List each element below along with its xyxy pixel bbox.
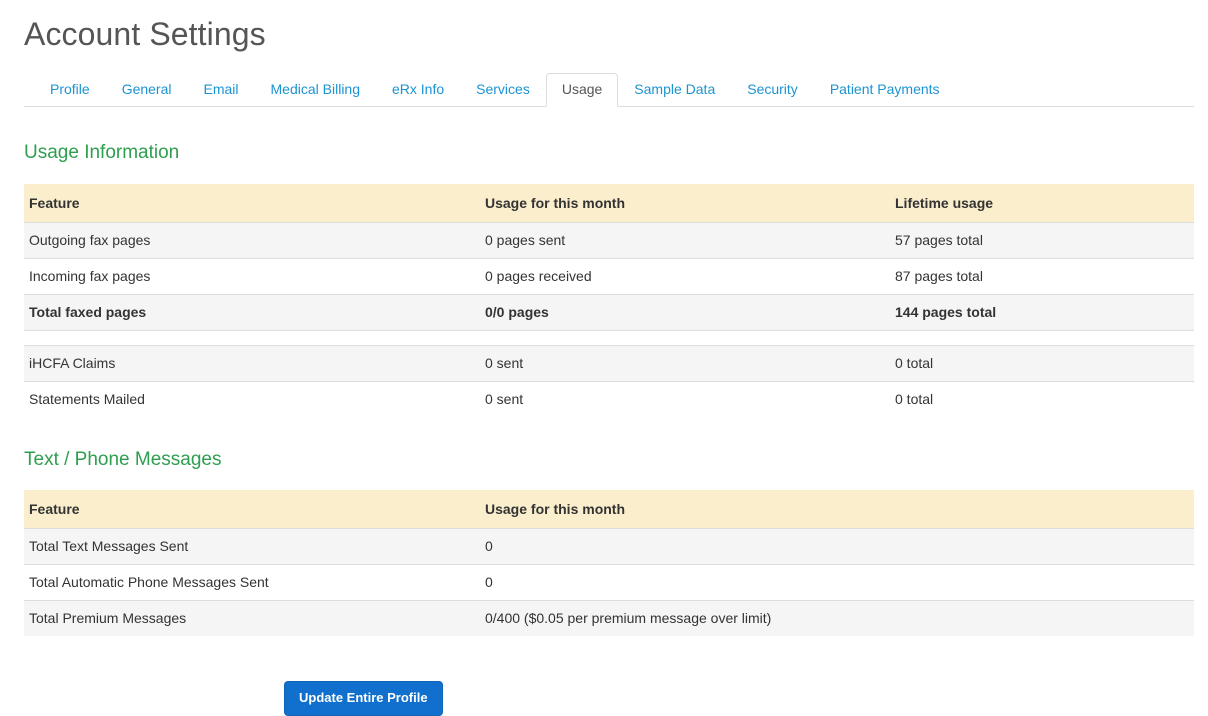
cell-feature: Statements Mailed [24,381,480,417]
column-header-month: Usage for this month [480,490,1194,529]
tab-patient-payments[interactable]: Patient Payments [814,73,956,107]
spacer-cell [890,330,1194,346]
update-entire-profile-button[interactable]: Update Entire Profile [284,681,443,716]
spacer-cell [480,330,890,346]
text-phone-messages-heading: Text / Phone Messages [24,449,222,470]
table-row: Total Text Messages Sent 0 [24,528,1194,565]
cell-usage-this-month: 0/400 ($0.05 per premium message over li… [480,600,1194,636]
table-header-row: Feature Usage for this month [24,490,1194,529]
page-title: Account Settings [24,16,266,52]
column-header-month: Usage for this month [480,184,890,223]
tab-erx-info[interactable]: eRx Info [376,73,460,107]
cell-feature: Outgoing fax pages [24,222,480,259]
column-header-feature: Feature [24,184,480,223]
cell-usage-this-month: 0 pages received [480,258,890,295]
cell-feature: Total Text Messages Sent [24,528,480,565]
table-row: Total Premium Messages 0/400 ($0.05 per p… [24,600,1194,636]
table-row: Incoming fax pages 0 pages received 87 pag… [24,258,1194,295]
cell-feature: Total faxed pages [24,294,480,331]
usage-information-table: Feature Usage for this month Lifetime us… [24,184,1194,417]
cell-usage-this-month: 0 pages sent [480,222,890,259]
tab-medical-billing[interactable]: Medical Billing [255,73,376,107]
table-spacer-row [24,330,1194,346]
messages-table-container: Feature Usage for this month Total Text … [24,471,1194,636]
table-row: Outgoing fax pages 0 pages sent 57 pages t… [24,222,1194,259]
cell-feature: Incoming fax pages [24,258,480,295]
table-row: Statements Mailed 0 sent 0 total [24,381,1194,417]
tab-profile[interactable]: Profile [34,73,106,107]
messages-table-head: Feature Usage for this month [24,490,1194,529]
cell-lifetime-usage: 144 pages total [890,294,1194,331]
cell-usage-this-month: 0/0 pages [480,294,890,331]
cell-feature: Total Automatic Phone Messages Sent [24,564,480,601]
cell-usage-this-month: 0 [480,564,1194,601]
tab-email[interactable]: Email [188,73,255,107]
cell-feature: iHCFA Claims [24,345,480,382]
cell-lifetime-usage: 87 pages total [890,258,1194,295]
cell-usage-this-month: 0 sent [480,345,890,382]
tab-security[interactable]: Security [731,73,814,107]
cell-usage-this-month: 0 sent [480,381,890,417]
usage-table-container: Feature Usage for this month Lifetime us… [24,164,1194,417]
cell-lifetime-usage: 0 total [890,345,1194,382]
cell-usage-this-month: 0 [480,528,1194,565]
text-phone-messages-table: Feature Usage for this month Total Text … [24,490,1194,636]
form-footer: Update Entire Profile [24,636,1194,716]
table-row: Total Automatic Phone Messages Sent 0 [24,564,1194,601]
usage-table-body: Outgoing fax pages 0 pages sent 57 pages t… [24,222,1194,417]
settings-tab-bar: Profile General Email Medical Billing eRx In… [24,73,1194,107]
table-header-row: Feature Usage for this month Lifetime us… [24,184,1194,223]
cell-feature: Total Premium Messages [24,600,480,636]
account-settings-page: Account Settings Profile General Email Medi… [0,0,1208,716]
tab-sample-data[interactable]: Sample Data [618,73,731,107]
column-header-lifetime: Lifetime usage [890,184,1194,223]
usage-table-head: Feature Usage for this month Lifetime us… [24,184,1194,223]
table-row: Total faxed pages 0/0 pages 144 pages tota… [24,294,1194,331]
messages-table-body: Total Text Messages Sent 0 Total Automatic… [24,528,1194,636]
tab-usage[interactable]: Usage [545,73,619,107]
cell-lifetime-usage: 57 pages total [890,222,1194,259]
spacer-cell [24,330,480,346]
cell-lifetime-usage: 0 total [890,381,1194,417]
usage-information-heading: Usage Information [24,142,180,163]
table-row: iHCFA Claims 0 sent 0 total [24,345,1194,382]
tab-services[interactable]: Services [460,73,546,107]
column-header-feature: Feature [24,490,480,529]
tab-general[interactable]: General [106,73,188,107]
